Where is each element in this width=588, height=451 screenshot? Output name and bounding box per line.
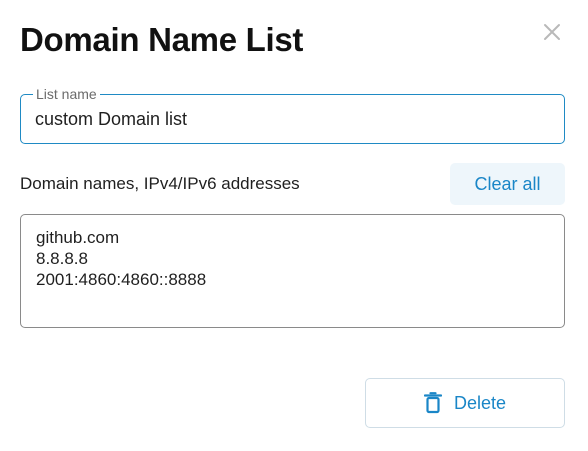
domain-list-dialog: Domain Name List List name Domain names,… — [0, 0, 588, 451]
delete-button-label: Delete — [453, 392, 507, 413]
dialog-title: Domain Name List — [20, 21, 304, 58]
list-name-input[interactable] — [35, 107, 545, 131]
list-name-field: List name — [20, 86, 565, 144]
domains-label: Domain names, IPv4/IPv6 addresses — [20, 174, 300, 193]
close-button[interactable] — [540, 20, 564, 44]
trash-icon — [423, 392, 442, 414]
domains-textarea[interactable]: github.com 8.8.8.8 2001:4860:4860::8888 — [20, 214, 565, 328]
list-name-label: List name — [33, 86, 100, 102]
clear-all-button[interactable]: Clear all — [450, 163, 565, 205]
close-icon — [540, 20, 564, 44]
delete-button[interactable]: Delete — [365, 378, 565, 428]
